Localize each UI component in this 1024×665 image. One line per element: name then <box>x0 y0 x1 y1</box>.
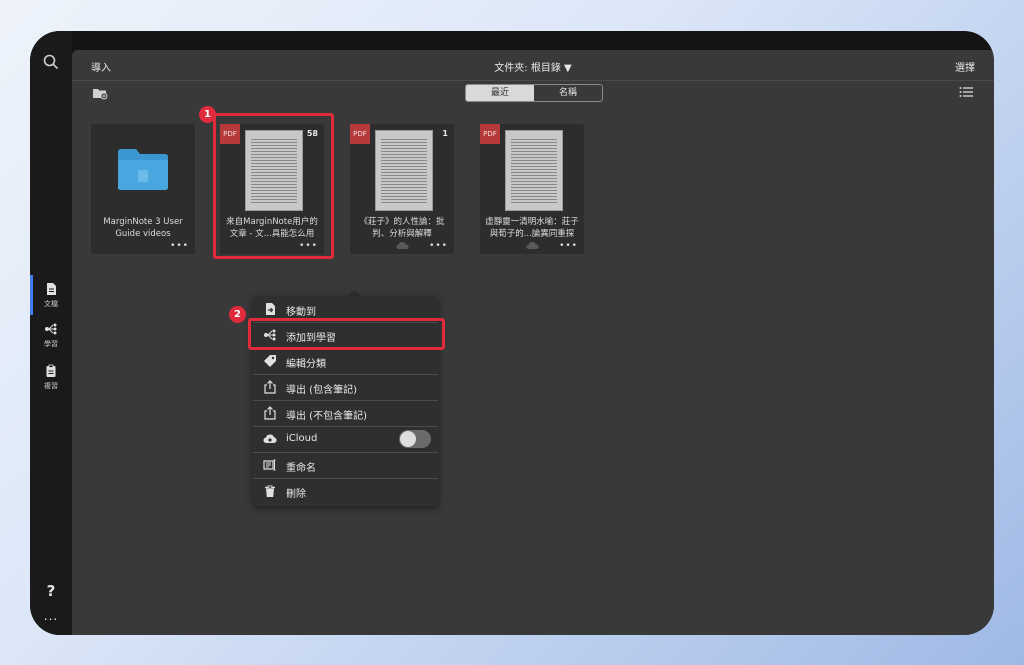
document-icon <box>47 282 56 295</box>
document-thumbnail <box>505 130 563 211</box>
document-title: 虛靜靈一清明水喻：莊子與荀子的...論異同重探 <box>485 217 579 239</box>
menu-item-edit-category[interactable]: 編輯分類 <box>253 348 438 375</box>
mindmap-icon <box>45 323 57 334</box>
trash-icon <box>265 485 275 497</box>
folder-card[interactable]: MarginNote 3 User Guide videos ••• <box>91 124 195 254</box>
move-icon <box>266 303 275 315</box>
sort-recent-tab[interactable]: 最近 <box>466 85 534 101</box>
menu-item-label: 刪除 <box>286 489 306 500</box>
more-button[interactable]: ... <box>30 610 72 622</box>
sidebar: 文檔 學習 複習 ? ... <box>30 31 72 635</box>
app-window: 文檔 學習 複習 ? ... 導入 文件夾: 根目錄 ▼ 選擇 最近 名稱 Ma… <box>30 31 994 635</box>
icloud-toggle[interactable] <box>399 430 431 448</box>
sidebar-item-label: 文檔 <box>44 299 58 308</box>
sidebar-item-study[interactable]: 學習 <box>30 315 72 355</box>
search-icon[interactable] <box>42 53 60 71</box>
document-card[interactable]: PDF 1 《莊子》的人性論：批判、分析與解釋 ••• <box>350 124 454 254</box>
more-options-button[interactable]: ••• <box>559 241 578 251</box>
folder-selector[interactable]: 文件夾: 根目錄 ▼ <box>494 63 571 74</box>
pdf-badge: PDF <box>480 124 500 144</box>
help-button[interactable]: ? <box>30 582 72 600</box>
cloud-icon <box>396 242 409 249</box>
menu-item-export-with-notes[interactable]: 導出 (包含筆記) <box>253 374 438 401</box>
menu-item-rename[interactable]: 重命名 <box>253 452 438 479</box>
new-folder-icon[interactable] <box>92 86 108 100</box>
menu-item-label: 重命名 <box>286 463 316 474</box>
menu-item-icloud: iCloud <box>253 426 438 453</box>
document-library: 導入 文件夾: 根目錄 ▼ 選擇 最近 名稱 MarginNote 3 User… <box>72 50 994 635</box>
rename-icon <box>263 459 276 471</box>
step-2-highlight <box>248 318 445 350</box>
document-title: 《莊子》的人性論：批判、分析與解釋 <box>359 217 445 239</box>
sidebar-item-documents[interactable]: 文檔 <box>30 275 72 315</box>
menu-item-label: 移動到 <box>286 307 316 318</box>
menu-item-label: 導出 (包含筆記) <box>286 385 357 396</box>
note-count: 1 <box>442 129 448 138</box>
list-view-icon[interactable] <box>959 86 973 98</box>
share-icon <box>264 380 276 394</box>
tag-icon <box>264 355 276 367</box>
pdf-badge: PDF <box>350 124 370 144</box>
step-2-badge: 2 <box>229 306 246 323</box>
sidebar-item-label: 學習 <box>44 339 58 348</box>
document-title: MarginNote 3 User Guide videos <box>103 217 183 239</box>
menu-item-delete[interactable]: 刪除 <box>253 478 438 504</box>
menu-item-label: 導出 (不包含筆記) <box>286 411 367 422</box>
menu-item-label: iCloud <box>286 433 318 444</box>
document-card[interactable]: PDF 虛靜靈一清明水喻：莊子與荀子的...論異同重探 ••• <box>480 124 584 254</box>
top-bar: 導入 文件夾: 根目錄 ▼ 選擇 <box>72 50 994 81</box>
document-thumbnail <box>375 130 433 211</box>
more-options-button[interactable]: ••• <box>429 241 448 251</box>
cloud-icon <box>526 242 539 249</box>
share-icon <box>264 406 276 420</box>
review-icon <box>46 364 56 377</box>
select-button[interactable]: 選擇 <box>955 59 975 74</box>
menu-item-export-without-notes[interactable]: 導出 (不包含筆記) <box>253 400 438 427</box>
more-options-button[interactable]: ••• <box>170 241 189 251</box>
step-1-highlight <box>213 113 334 259</box>
cloud-icon <box>263 434 277 443</box>
sort-segmented-control: 最近 名稱 <box>465 84 603 102</box>
sort-name-tab[interactable]: 名稱 <box>534 85 602 101</box>
folder-icon <box>118 149 168 190</box>
menu-item-label: 編輯分類 <box>286 359 326 370</box>
sidebar-item-label: 複習 <box>44 381 58 390</box>
sidebar-item-review[interactable]: 複習 <box>30 357 72 397</box>
